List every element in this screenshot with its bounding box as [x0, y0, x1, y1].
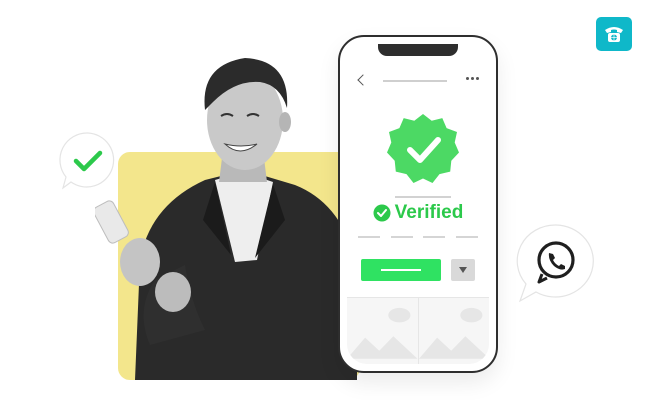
chevron-left-icon[interactable] [357, 74, 369, 86]
separator-line [395, 196, 451, 198]
person-with-phone-illustration [95, 58, 357, 380]
whatsapp-icon [516, 224, 594, 303]
caret-down-icon [459, 267, 467, 273]
primary-action-button[interactable] [361, 259, 441, 281]
app-bar [347, 72, 489, 98]
smartphone-mockup: Verified [338, 35, 498, 373]
verified-status: Verified [347, 202, 489, 224]
phone-screen: Verified [347, 44, 489, 364]
image-placeholder-icon[interactable] [417, 298, 489, 364]
verified-label: Verified [394, 202, 464, 223]
phone-notch [378, 44, 458, 56]
more-dots-icon[interactable] [466, 77, 479, 80]
image-placeholder-icon[interactable] [347, 298, 418, 364]
verified-seal-icon [387, 114, 459, 183]
phone-globe-icon [596, 17, 632, 51]
image-grid [347, 297, 489, 364]
dropdown-button[interactable] [451, 259, 475, 281]
title-placeholder-line [383, 80, 447, 82]
check-icon [59, 132, 115, 190]
placeholder-dashes [353, 236, 483, 238]
check-circle-icon [373, 204, 391, 222]
